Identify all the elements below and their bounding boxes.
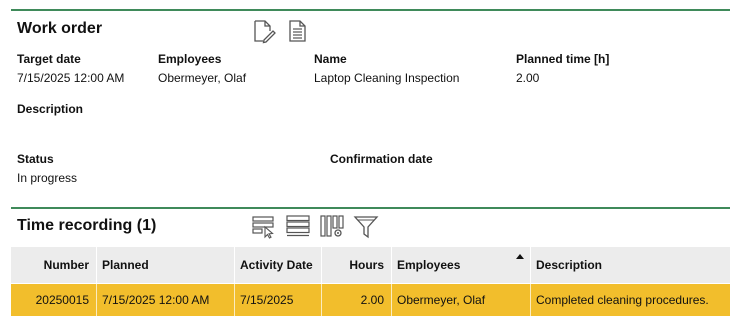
employees-value: Obermeyer, Olaf	[158, 71, 247, 85]
cell-planned: 7/15/2025 12:00 AM	[102, 293, 210, 307]
name-value: Laptop Cleaning Inspection	[314, 71, 460, 85]
cell-number: 20250015	[35, 293, 89, 307]
employees-label: Employees	[158, 52, 222, 66]
column-header-activity-date[interactable]: Activity Date	[240, 258, 313, 272]
table-header: Number Planned Activity Date Hours Emplo…	[11, 247, 730, 283]
column-header-description[interactable]: Description	[536, 258, 602, 272]
table-row[interactable]: 20250015 7/15/2025 12:00 AM 7/15/2025 2.…	[11, 284, 730, 316]
section-divider	[11, 9, 730, 11]
target-date-value: 7/15/2025 12:00 AM	[17, 71, 125, 85]
confirmation-date-label: Confirmation date	[330, 152, 433, 166]
column-separator	[234, 247, 235, 283]
cell-description: Completed cleaning procedures.	[536, 293, 709, 307]
column-settings-icon[interactable]	[319, 213, 345, 239]
target-date-label: Target date	[17, 52, 81, 66]
name-label: Name	[314, 52, 347, 66]
column-separator	[234, 284, 235, 316]
description-label: Description	[17, 102, 84, 116]
edit-document-icon[interactable]	[251, 18, 277, 44]
column-header-employees[interactable]: Employees	[397, 258, 460, 272]
filter-icon[interactable]	[353, 213, 379, 239]
status-label: Status	[17, 152, 54, 166]
time-recording-title: Time recording (1)	[17, 217, 157, 234]
document-icon[interactable]	[285, 18, 311, 44]
planned-time-value: 2.00	[516, 71, 540, 85]
column-separator	[391, 247, 392, 283]
list-view-icon[interactable]	[285, 213, 311, 239]
cell-hours: 2.00	[360, 293, 384, 307]
section-divider	[11, 207, 730, 209]
planned-time-label: Planned time [h]	[516, 52, 610, 66]
column-separator	[96, 247, 97, 283]
column-separator	[530, 247, 531, 283]
column-separator	[96, 284, 97, 316]
column-header-hours[interactable]: Hours	[321, 258, 384, 272]
column-header-planned[interactable]: Planned	[102, 258, 149, 272]
sort-ascending-icon	[516, 254, 524, 259]
cell-activity-date: 7/15/2025	[240, 293, 294, 307]
column-separator	[391, 284, 392, 316]
status-value: In progress	[17, 171, 78, 185]
column-header-number[interactable]: Number	[11, 258, 89, 272]
column-separator	[530, 284, 531, 316]
select-rows-icon[interactable]	[251, 213, 277, 239]
cell-employees: Obermeyer, Olaf	[397, 293, 486, 307]
work-order-title: Work order	[17, 20, 103, 37]
